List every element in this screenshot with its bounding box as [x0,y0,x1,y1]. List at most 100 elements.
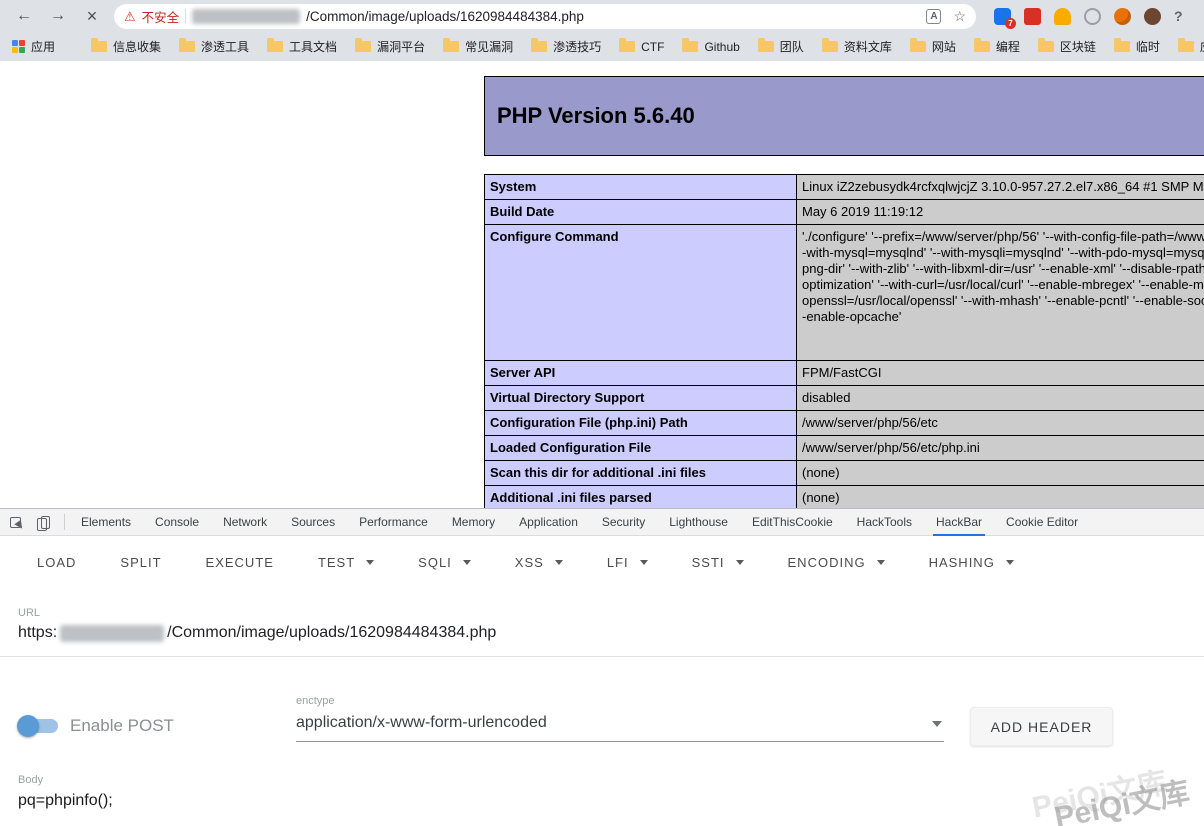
folder-icon [1114,41,1130,52]
bookmark-label: 渗透工具 [201,38,249,55]
bookmark-folder-7[interactable]: Github [682,40,739,54]
bookmark-label: 资料文库 [844,38,892,55]
bookmark-folder-10[interactable]: 网站 [910,38,956,55]
extension-red-icon[interactable] [1024,8,1041,25]
hackbar-actions: LOAD SPLIT EXECUTE TEST SQLI XSS LFI SST… [37,543,1014,581]
bookmark-label: Github [704,40,739,54]
browser-toolbar: ← → × ⚠ 不安全 /Common/image/uploads/162098… [0,0,1204,32]
forward-button[interactable]: → [46,4,70,28]
bookmark-star-icon[interactable]: ☆ [953,8,966,25]
device-toolbar-button[interactable] [30,509,60,535]
address-bar[interactable]: ⚠ 不安全 /Common/image/uploads/162098448438… [114,4,976,29]
enctype-select[interactable]: application/x-www-form-urlencoded [296,714,944,742]
devtools-tab-hackbar[interactable]: HackBar [924,509,994,535]
stop-button[interactable]: × [80,4,104,28]
bookmark-label: 漏洞平台 [377,38,425,55]
row-label: Virtual Directory Support [485,386,797,411]
bookmark-label: 常见漏洞 [465,38,513,55]
ssti-menu-button[interactable]: SSTI [692,555,744,570]
nav-buttons: ← → × [0,4,114,28]
devtools-tab-cookie-editor[interactable]: Cookie Editor [994,509,1090,535]
table-row: SystemLinux iZ2zebusydk4rcfxqlwjcjZ 3.10… [485,175,1204,200]
key-extension-icon[interactable] [1054,8,1071,25]
extension-blue-icon[interactable]: 7 [994,8,1011,25]
row-label: Configure Command [485,225,797,361]
bookmark-label: 工具文档 [289,38,337,55]
help-icon[interactable]: ? [1174,8,1183,24]
test-menu-button[interactable]: TEST [318,555,374,570]
redacted-domain [60,625,164,642]
bookmark-folder-4[interactable]: 常见漏洞 [443,38,513,55]
devtools-tab-security[interactable]: Security [590,509,657,535]
translate-icon[interactable]: A [926,9,941,24]
bookmark-folder-0[interactable]: 信息收集 [91,38,161,55]
bookmark-folder-11[interactable]: 编程 [974,38,1020,55]
watermark-text: PeiQi文库 [1052,776,1192,826]
devtools-tab-sources[interactable]: Sources [279,509,347,535]
devtools-tab-editthiscookie[interactable]: EditThisCookie [740,509,845,535]
bookmark-label: 应 [1200,38,1204,55]
bookmark-folder-1[interactable]: 渗透工具 [179,38,249,55]
bookmark-folder-9[interactable]: 资料文库 [822,38,892,55]
bookmark-folder-2[interactable]: 工具文档 [267,38,337,55]
back-button[interactable]: ← [12,4,36,28]
sqli-menu-button[interactable]: SQLI [418,555,471,570]
enable-post-toggle[interactable] [17,715,60,737]
bookmark-label: 区块链 [1060,38,1096,55]
cookie-extension-icon[interactable] [1114,8,1131,25]
row-label: System [485,175,797,200]
table-row: Scan this dir for additional .ini files(… [485,461,1204,486]
caret-down-icon [366,560,374,565]
bookmark-label: CTF [641,40,664,54]
row-value: (none) [797,486,1204,509]
lfi-menu-button[interactable]: LFI [607,555,648,570]
devtools-tab-hacktools[interactable]: HackTools [845,509,924,535]
insecure-warning-icon[interactable]: ⚠ [124,10,136,23]
row-label: Additional .ini files parsed [485,486,797,509]
row-label: Configuration File (php.ini) Path [485,411,797,436]
extensions-area: 7 ? [982,8,1195,25]
execute-button[interactable]: EXECUTE [206,555,274,570]
load-button[interactable]: LOAD [37,555,76,570]
devtools-tab-memory[interactable]: Memory [440,509,507,535]
devtools-tab-elements[interactable]: Elements [69,509,143,535]
bookmark-label: 团队 [780,38,804,55]
apps-grid-icon [12,40,25,53]
table-row: Virtual Directory Supportdisabled [485,386,1204,411]
row-value: (none) [797,461,1204,486]
php-version-title: PHP Version 5.6.40 [497,103,1204,129]
inspect-element-button[interactable] [0,509,30,535]
xss-menu-button[interactable]: XSS [515,555,563,570]
apps-shortcut[interactable]: 应用 [12,38,55,55]
extension-badge: 7 [1005,18,1016,29]
devtools-tab-console[interactable]: Console [143,509,211,535]
watermark: PeiQi文库 PeiQi文库 [1050,767,1193,826]
folder-icon [974,41,990,52]
phpinfo-output: PHP Version 5.6.40 SystemLinux iZ2zebusy… [484,76,1204,508]
split-button[interactable]: SPLIT [120,555,161,570]
devtools-tab-lighthouse[interactable]: Lighthouse [657,509,740,535]
bookmark-folder-12[interactable]: 区块链 [1038,38,1096,55]
bookmark-folder-5[interactable]: 渗透技巧 [531,38,601,55]
devtools-tab-application[interactable]: Application [507,509,590,535]
url-field[interactable]: https: /Common/image/uploads/16209844843… [18,624,496,642]
dark-extension-icon[interactable] [1144,8,1161,25]
row-value: /www/server/php/56/etc [797,411,1204,436]
bookmark-folder-13[interactable]: 临时 [1114,38,1160,55]
xss-label: XSS [515,555,544,570]
ring-extension-icon[interactable] [1084,8,1101,25]
encoding-menu-button[interactable]: ENCODING [788,555,885,570]
bookmark-folder-3[interactable]: 漏洞平台 [355,38,425,55]
url-scheme: https: [18,624,57,642]
devtools-tab-network[interactable]: Network [211,509,279,535]
bookmark-folder-8[interactable]: 团队 [758,38,804,55]
bookmark-folder-6[interactable]: CTF [619,40,664,54]
folder-icon [179,41,195,52]
caret-down-icon [736,560,744,565]
test-label: TEST [318,555,355,570]
bookmark-folder-14[interactable]: 应 [1178,38,1204,55]
body-field[interactable]: pq=phpinfo(); [18,792,113,810]
devtools-tab-performance[interactable]: Performance [347,509,440,535]
add-header-button[interactable]: ADD HEADER [970,707,1113,746]
hashing-menu-button[interactable]: HASHING [929,555,1014,570]
